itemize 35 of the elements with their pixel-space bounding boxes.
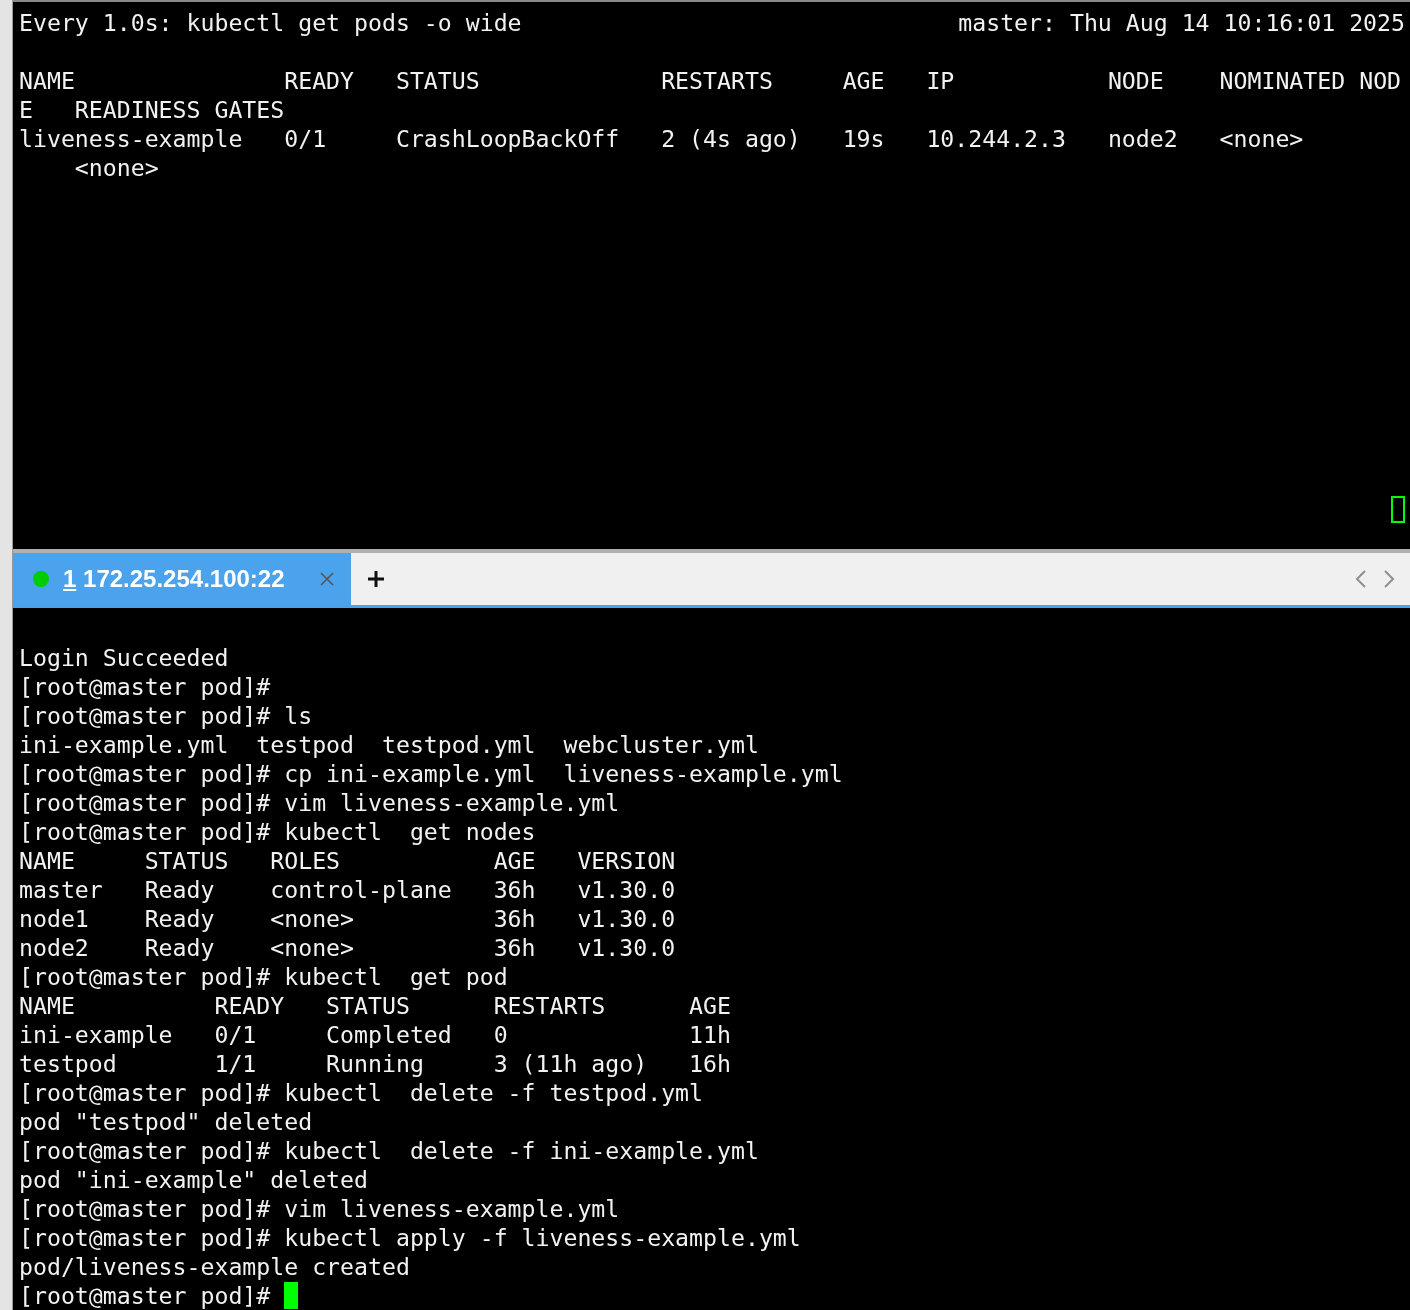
watch-command: Every 1.0s: kubectl get pods -o wide bbox=[19, 8, 522, 37]
terminal-line: E READINESS GATES bbox=[19, 95, 286, 124]
terminal-line: ini-example 0/1 Completed 0 11h bbox=[19, 1020, 732, 1049]
terminal-line: [root@master pod]# kubectl apply -f liveness-example.yml bbox=[19, 1223, 802, 1252]
terminal-line: [root@master pod]# kubectl delete -f ini-example.yml bbox=[19, 1136, 760, 1165]
terminal-line: pod "testpod" deleted bbox=[19, 1107, 314, 1136]
terminal-line: ini-example.yml testpod testpod.yml webcluster.yml bbox=[19, 730, 760, 759]
watch-status: master: Thu Aug 14 10:16:01 2025 bbox=[958, 8, 1405, 37]
chevron-right-icon[interactable] bbox=[1383, 569, 1395, 589]
terminal-line: master Ready control-plane 36h v1.30.0 bbox=[19, 875, 677, 904]
terminal-line: NAME STATUS ROLES AGE VERSION bbox=[19, 846, 677, 875]
terminal-line: node1 Ready <none> 36h v1.30.0 bbox=[19, 904, 677, 933]
terminal-line: [root@master pod]# kubectl get pod bbox=[19, 962, 509, 991]
terminal-line: [root@master pod]# bbox=[19, 1281, 271, 1310]
terminal-line: NAME READY STATUS RESTARTS AGE bbox=[19, 991, 732, 1020]
terminal-line: [root@master pod]# kubectl get nodes bbox=[19, 817, 537, 846]
terminal-line: liveness-example 0/1 CrashLoopBackOff 2 (4s ago) 19s 10.244.2.3 node2 <none> bbox=[19, 124, 1305, 153]
terminal-line: Login Succeeded bbox=[19, 643, 230, 672]
terminal-line: node2 Ready <none> 36h v1.30.0 bbox=[19, 933, 677, 962]
plus-icon[interactable] bbox=[367, 570, 385, 588]
terminal-line: [root@master pod]# ls bbox=[19, 701, 314, 730]
terminal-line: [root@master pod]# cp ini-example.yml liveness-example.yml bbox=[19, 759, 844, 788]
terminal-line: NAME READY STATUS RESTARTS AGE IP NODE NOMINATED NOD bbox=[19, 66, 1403, 95]
terminal-line: <none> bbox=[73, 153, 160, 182]
chevron-left-icon[interactable] bbox=[1355, 569, 1367, 589]
session-tab[interactable]: 1 172.25.254.100:22 bbox=[13, 553, 351, 605]
terminal-line: [root@master pod]# vim liveness-example.yml bbox=[19, 1194, 621, 1223]
status-dot bbox=[33, 571, 49, 587]
terminal-line: [root@master pod]# vim liveness-example.yml bbox=[19, 788, 621, 817]
terminal-line: [root@master pod]# kubectl delete -f testpod.yml bbox=[19, 1078, 705, 1107]
terminal-line: testpod 1/1 Running 3 (11h ago) 16h bbox=[19, 1049, 732, 1078]
terminal-line: pod "ini-example" deleted bbox=[19, 1165, 369, 1194]
terminal-line: pod/liveness-example created bbox=[19, 1252, 411, 1281]
terminal-line: [root@master pod]# bbox=[19, 672, 272, 701]
close-icon[interactable] bbox=[319, 571, 335, 587]
